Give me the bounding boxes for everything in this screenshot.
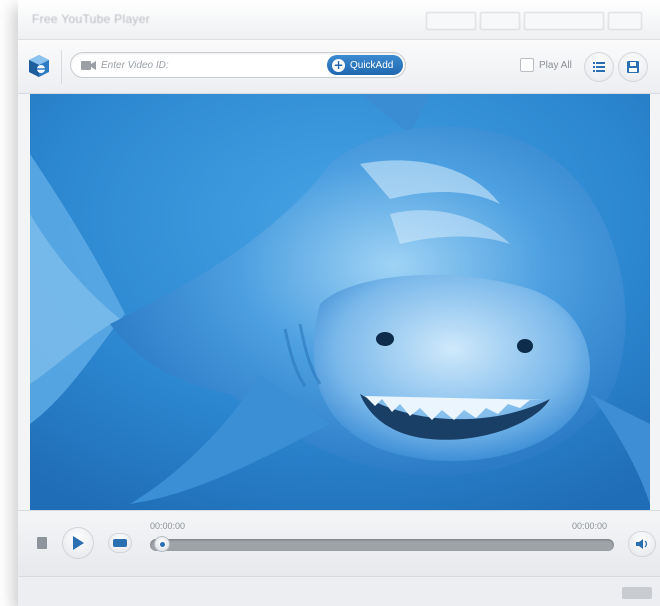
titlebar-button[interactable] [524, 12, 604, 30]
title-bar: Free YouTube Player [18, 0, 660, 40]
play-all-checkbox[interactable] [520, 58, 534, 72]
status-bar [18, 576, 660, 606]
stop-button[interactable] [32, 533, 52, 553]
total-time: 00:00:00 [572, 521, 608, 531]
save-button[interactable] [618, 52, 648, 82]
play-all-label: Play All [539, 59, 572, 71]
volume-icon [636, 539, 648, 549]
titlebar-button[interactable] [426, 12, 476, 30]
window-title: Free YouTube Player [32, 12, 150, 26]
play-button[interactable] [62, 527, 94, 559]
play-icon [73, 536, 84, 550]
quickadd-button[interactable]: + QuickAdd [327, 55, 403, 75]
video-id-input[interactable] [101, 56, 311, 74]
titlebar-button[interactable] [608, 12, 642, 30]
plus-icon: + [332, 57, 345, 72]
list-icon [593, 62, 605, 72]
quickadd-label: QuickAdd [350, 59, 394, 71]
video-camera-icon [81, 61, 96, 70]
resize-grip[interactable] [622, 587, 652, 599]
toolbar: + QuickAdd Play All [18, 40, 660, 94]
hd-button[interactable] [108, 533, 132, 553]
volume-button[interactable] [628, 531, 656, 557]
seek-bar[interactable] [150, 536, 614, 552]
hd-icon [113, 539, 127, 547]
shark-video-frame [30, 94, 650, 510]
player-controls: 00:00:00 00:00:00 [18, 510, 660, 576]
video-viewport[interactable] [30, 94, 650, 510]
playlist-button[interactable] [584, 52, 614, 82]
current-time: 00:00:00 [150, 521, 186, 531]
video-id-search: + QuickAdd [70, 52, 406, 78]
seek-thumb[interactable] [154, 536, 170, 552]
stop-icon [37, 537, 47, 549]
app-logo-icon[interactable] [26, 50, 62, 84]
save-icon [627, 61, 639, 73]
play-all-toggle[interactable]: Play All [520, 58, 572, 72]
titlebar-button[interactable] [480, 12, 520, 30]
